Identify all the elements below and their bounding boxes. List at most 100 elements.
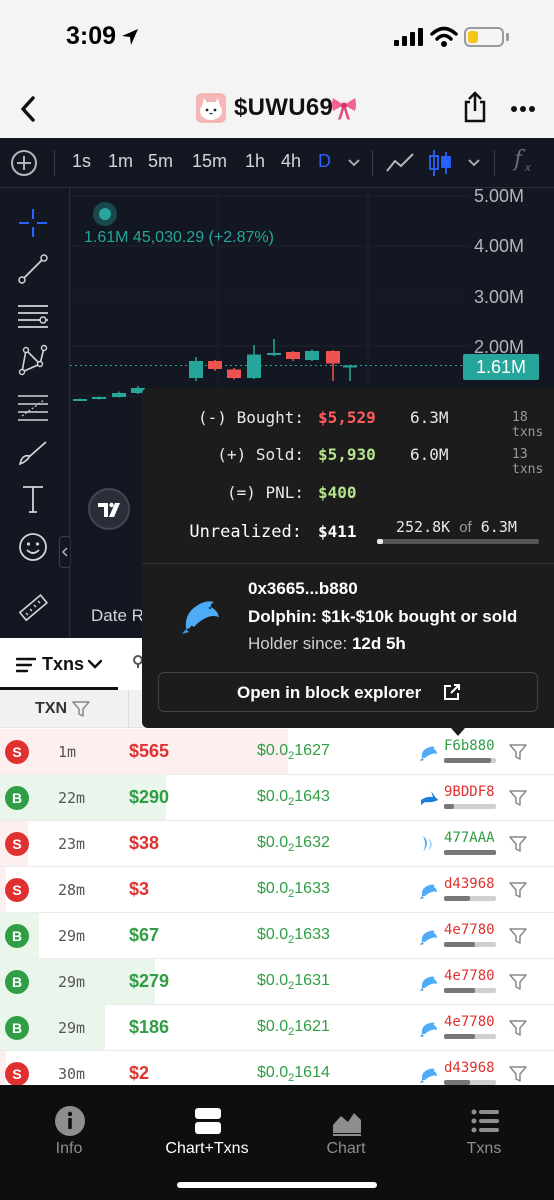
sold-txns: 13 txns [512,447,544,477]
tx-price: $0.021631 [257,972,330,993]
filter-icon[interactable] [509,973,527,991]
filter-icon[interactable] [509,743,527,761]
table-row[interactable]: B 29m $67 $0.021633 4e7780 [0,913,554,959]
tab-txns[interactable]: Txns [0,638,118,690]
filter-icon[interactable] [509,927,527,945]
table-row[interactable]: S 1m $565 $0.021627 F6b880 [0,729,554,775]
timeframe-5m[interactable]: 5m [148,151,173,172]
indicators-fx-icon[interactable]: f [514,147,522,172]
trader-popover: (-) Bought: $5,529 6.3M 18 txns (+) Sold… [142,388,554,728]
tx-usd: $2 [129,1063,150,1083]
side-badge: B [5,970,29,994]
candlestick-type-icon[interactable] [428,148,452,178]
brush-icon[interactable] [16,436,50,470]
text-tool-icon[interactable] [16,482,50,516]
tx-usd: $186 [129,1017,170,1037]
table-row[interactable]: B 29m $186 $0.021621 4e7780 [0,1005,554,1051]
filter-icon[interactable] [509,1065,527,1083]
ruler-icon[interactable] [16,591,50,625]
timeframe-1h[interactable]: 1h [245,151,265,172]
sold-amount: 6.0M [410,445,449,464]
candle-body [267,353,281,355]
side-badge: B [5,924,29,948]
maker-address[interactable]: 4e7780 [444,922,495,938]
side-badge: S [5,1062,29,1086]
bottom-nav-chart[interactable]: Chart [277,1085,415,1175]
tx-age: 29m [58,1019,86,1037]
tx-usd: $3 [129,879,150,899]
tx-age: 22m [58,789,86,807]
pink-bow-icon [332,98,356,120]
toolbar-divider [372,150,373,176]
share-icon[interactable] [462,90,488,124]
maker-address[interactable]: 477AAA [444,830,495,846]
maker-holding-bar [444,1034,496,1039]
candle-body [343,365,357,368]
timeframe-1s[interactable]: 1s [72,151,91,172]
dolphin-icon [419,972,439,992]
last-price-tag: 1.61M [463,354,539,380]
tx-price: $0.021633 [257,880,330,901]
tx-age: 30m [58,1065,86,1083]
tradingview-logo-icon[interactable] [88,488,130,530]
filter-icon[interactable] [72,700,90,718]
bottom-nav-txns[interactable]: Txns [415,1085,553,1175]
live-indicator-icon [93,202,117,226]
legend-value: 1.61M [84,229,129,246]
tx-price: $0.021614 [257,1064,330,1085]
whale-icon [419,834,439,854]
dolphin-icon [419,742,439,762]
side-badge: S [5,740,29,764]
candle-body [189,361,203,378]
maker-address[interactable]: 4e7780 [444,968,495,984]
timeframe-dropdown-chevron-icon[interactable] [348,159,360,167]
timeframe-4h[interactable]: 4h [281,151,301,172]
maker-address[interactable]: 4e7780 [444,1014,495,1030]
table-row[interactable]: B 22m $290 $0.021643 9BDDF8 [0,775,554,821]
filter-icon[interactable] [509,881,527,899]
chart-legend: 1.61M 45,030.29 (+2.87%) [84,229,274,247]
nav-header: $UWU69 [0,80,554,138]
line-chart-type-icon[interactable] [385,151,415,175]
filter-icon[interactable] [509,1019,527,1037]
table-row[interactable]: S 28m $3 $0.021633 d43968 [0,867,554,913]
price-axis-label: 4.00M [474,236,525,256]
filter-icon[interactable] [509,789,527,807]
table-row[interactable]: S 23m $38 $0.021632 477AAA [0,821,554,867]
timeframe-15m[interactable]: 15m [192,151,227,172]
candle-body [247,354,261,378]
tab-txns-label: Txns [42,654,85,674]
candle-body [208,361,222,369]
date-range-button[interactable]: Date R [91,606,144,626]
horizontal-lines-icon[interactable] [16,298,50,332]
chart-type-dropdown-chevron-icon[interactable] [468,159,480,167]
pattern-tool-icon[interactable] [16,344,50,378]
bottom-nav-info[interactable]: Info [0,1085,138,1175]
open-block-explorer-button[interactable]: Open in block explorer [158,672,538,712]
maker-holding-bar [444,942,496,947]
token-avatar [196,93,226,123]
tx-usd: $38 [129,833,160,853]
fx-subscript: x [525,162,531,174]
timeframe-1m[interactable]: 1m [108,151,133,172]
maker-address[interactable]: d43968 [444,1060,495,1076]
maker-address[interactable]: F6b880 [444,738,495,754]
maker-holding-bar [444,850,496,855]
maker-address[interactable]: d43968 [444,876,495,892]
back-chevron-icon[interactable] [18,94,38,124]
trend-line-icon[interactable] [16,252,50,286]
holding-readout: 252.8K of 6.3M [396,518,517,536]
emoji-icon[interactable] [16,530,50,564]
maker-address[interactable]: 9BDDF8 [444,784,495,800]
filter-icon[interactable] [509,835,527,853]
add-indicator-icon[interactable] [11,150,37,176]
timeframe-d[interactable]: D [318,151,331,172]
home-indicator [177,1182,377,1188]
more-options-icon[interactable] [510,105,536,113]
fib-retracement-icon[interactable] [16,390,50,424]
popover-divider [142,563,554,564]
table-row[interactable]: B 29m $279 $0.021631 4e7780 [0,959,554,1005]
bottom-nav-chart-txns[interactable]: Chart+Txns [138,1085,276,1175]
tx-age: 28m [58,881,86,899]
crosshair-icon[interactable] [16,206,50,240]
